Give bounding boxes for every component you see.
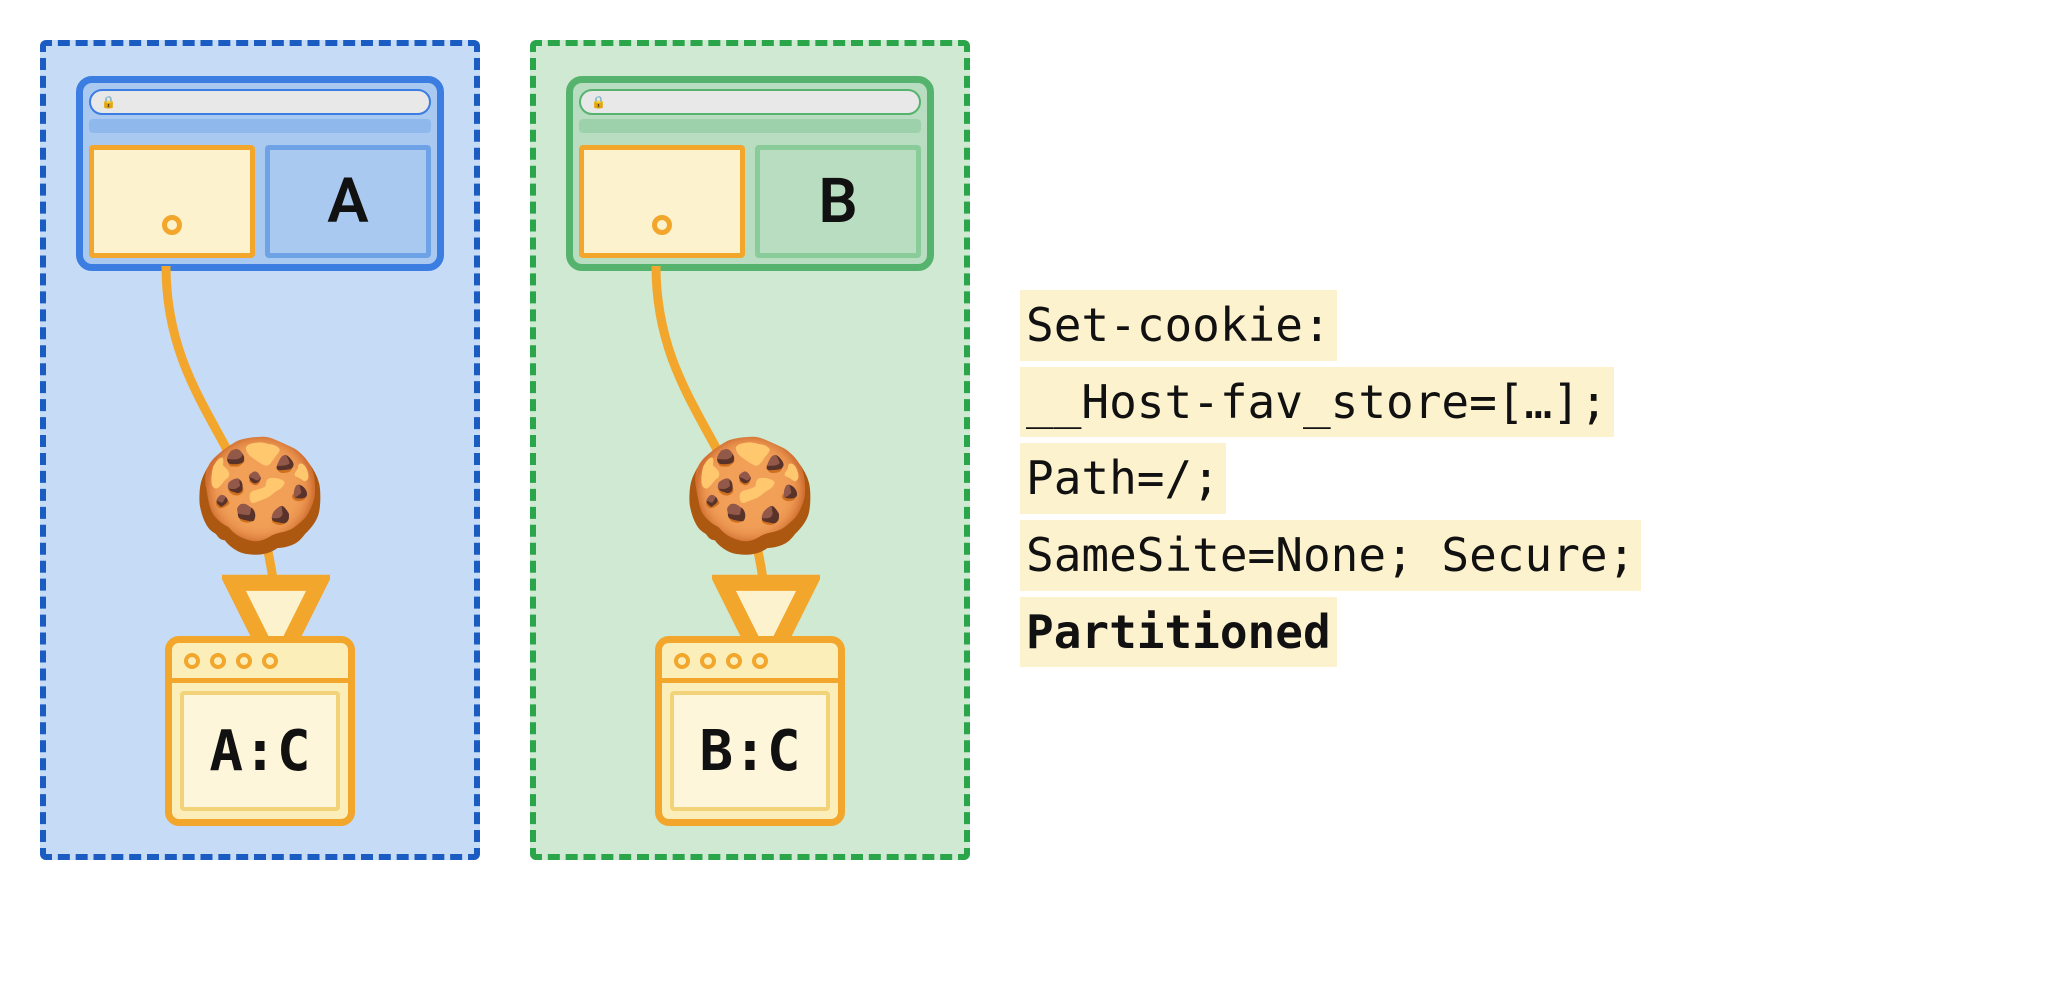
top-level-site-label: B	[755, 145, 921, 258]
embedded-frame	[89, 145, 255, 258]
diagram-canvas: 🔒 A 🍪	[40, 40, 2008, 860]
jar-dot-icon	[674, 653, 690, 669]
viewport: A	[83, 139, 437, 264]
jar-label: B:C	[670, 691, 830, 811]
lock-icon: 🔒	[101, 95, 116, 109]
lock-icon: 🔒	[591, 95, 606, 109]
jar-label: A:C	[180, 691, 340, 811]
partition-a: 🔒 A 🍪	[40, 40, 480, 860]
embedded-frame	[579, 145, 745, 258]
jar-dot-icon	[262, 653, 278, 669]
code-line-4: SameSite=None; Secure;	[1020, 520, 1641, 591]
connector-anchor-icon	[652, 215, 672, 235]
connector-anchor-icon	[162, 215, 182, 235]
browser-window-b: 🔒 B	[566, 76, 934, 271]
cookie-jar-a: A:C	[165, 636, 355, 826]
jar-dot-icon	[752, 653, 768, 669]
jar-dot-icon	[726, 653, 742, 669]
jar-dot-icon	[700, 653, 716, 669]
top-level-site-label: A	[265, 145, 431, 258]
cookie-icon: 🍪	[682, 441, 819, 551]
code-line-2: __Host-fav_store=[…];	[1020, 367, 1614, 438]
partition-b: 🔒 B 🍪	[530, 40, 970, 860]
tab-strip	[579, 119, 921, 133]
tab-strip	[89, 119, 431, 133]
cookie-jar-b: B:C	[655, 636, 845, 826]
code-line-3: Path=/;	[1020, 443, 1226, 514]
viewport: B	[573, 139, 927, 264]
jar-dot-icon	[210, 653, 226, 669]
code-line-1: Set-cookie:	[1020, 290, 1337, 361]
jar-header	[172, 643, 348, 683]
url-bar: 🔒	[579, 89, 921, 115]
code-line-5-partitioned: Partitioned	[1020, 597, 1337, 668]
jar-header	[662, 643, 838, 683]
cookie-icon: 🍪	[192, 441, 329, 551]
jar-dot-icon	[184, 653, 200, 669]
url-bar: 🔒	[89, 89, 431, 115]
jar-dot-icon	[236, 653, 252, 669]
set-cookie-header-code: Set-cookie: __Host-fav_store=[…]; Path=/…	[1020, 40, 1641, 673]
browser-window-a: 🔒 A	[76, 76, 444, 271]
